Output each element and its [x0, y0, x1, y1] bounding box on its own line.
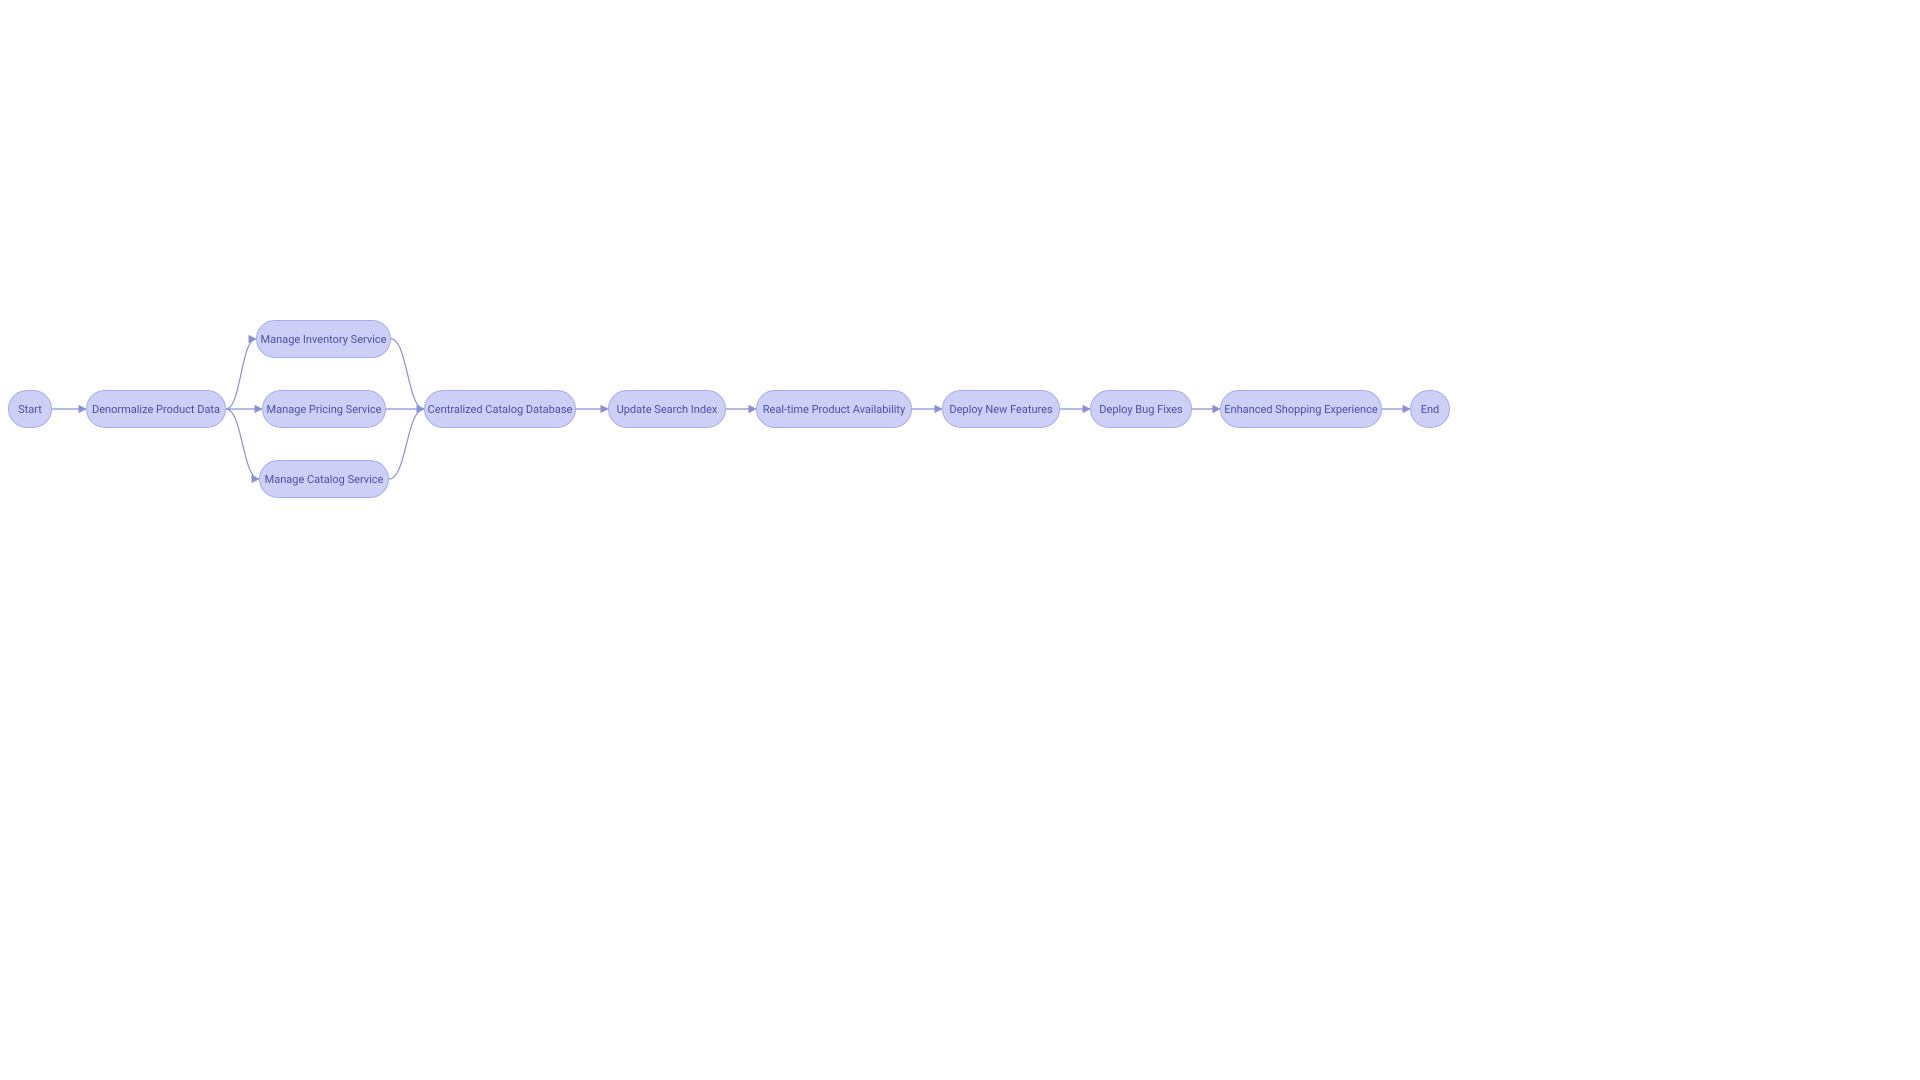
node-update-search-index[interactable]: Update Search Index: [608, 390, 726, 428]
node-start[interactable]: Start: [8, 390, 52, 428]
node-deploy-bug-fixes[interactable]: Deploy Bug Fixes: [1090, 390, 1192, 428]
node-manage-catalog-service[interactable]: Manage Catalog Service: [259, 460, 389, 498]
node-enhanced-shopping-experience[interactable]: Enhanced Shopping Experience: [1220, 390, 1382, 428]
node-label: Manage Catalog Service: [265, 473, 384, 486]
node-label: Real-time Product Availability: [763, 403, 905, 416]
node-label: End: [1421, 403, 1440, 416]
node-label: Update Search Index: [617, 403, 718, 416]
node-label: Deploy Bug Fixes: [1099, 403, 1182, 416]
edge: [226, 339, 256, 409]
flowchart-canvas: Start Denormalize Product Data Manage In…: [0, 0, 1920, 1080]
node-label: Manage Inventory Service: [261, 333, 387, 346]
edge: [226, 409, 259, 479]
node-label: Start: [18, 403, 42, 416]
node-manage-pricing-service[interactable]: Manage Pricing Service: [262, 390, 386, 428]
edge: [389, 409, 424, 479]
node-centralized-catalog-database[interactable]: Centralized Catalog Database: [424, 390, 576, 428]
node-deploy-new-features[interactable]: Deploy New Features: [942, 390, 1060, 428]
node-denormalize-product-data[interactable]: Denormalize Product Data: [86, 390, 226, 428]
node-label: Centralized Catalog Database: [428, 403, 573, 416]
edges-layer: [0, 0, 1920, 1080]
node-end[interactable]: End: [1410, 390, 1450, 428]
node-label: Enhanced Shopping Experience: [1224, 403, 1377, 416]
node-label: Denormalize Product Data: [92, 403, 220, 416]
node-label: Manage Pricing Service: [267, 403, 382, 416]
node-label: Deploy New Features: [949, 403, 1052, 416]
node-manage-inventory-service[interactable]: Manage Inventory Service: [256, 320, 391, 358]
node-real-time-product-availability[interactable]: Real-time Product Availability: [756, 390, 912, 428]
edge: [391, 339, 424, 409]
